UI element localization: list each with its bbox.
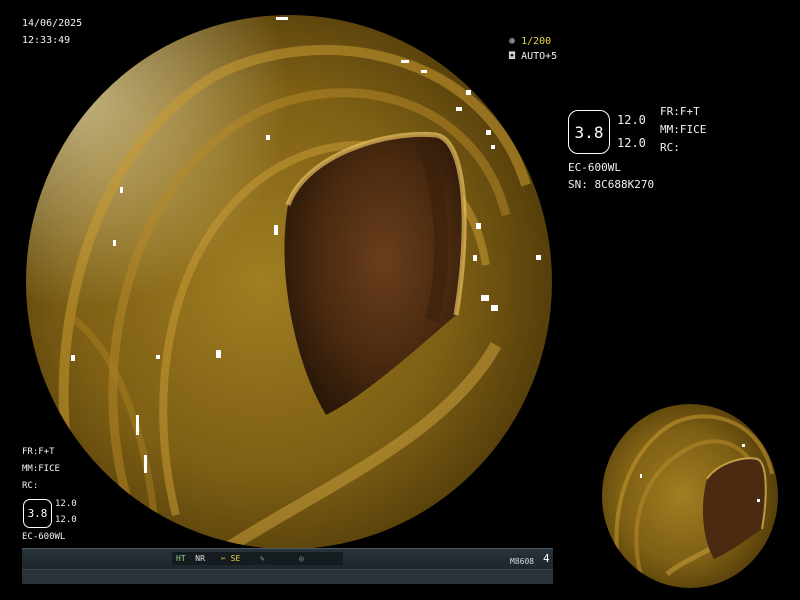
exposure-mode-value: AUTO+5 bbox=[521, 51, 558, 62]
ht-nr-segment: HT NR bbox=[172, 552, 220, 565]
left-enhancement-value: 3.8 bbox=[27, 507, 48, 520]
colon-lumen-image bbox=[26, 15, 552, 549]
status-code: M8608 bbox=[510, 557, 535, 566]
left-mm-label: MM:FICE bbox=[22, 464, 60, 474]
fr-label: FR:F+T bbox=[660, 105, 700, 118]
pen-icon: ✎ bbox=[260, 554, 265, 563]
shutter-speed-value: 1/200 bbox=[521, 36, 552, 47]
endoscope-pip-view bbox=[602, 404, 778, 588]
left-rc-label: RC: bbox=[22, 481, 39, 491]
left-fr-label: FR:F+T bbox=[22, 447, 55, 457]
camera-icon: ◘ bbox=[509, 51, 516, 62]
target-segment: ◎ bbox=[295, 552, 343, 565]
status-bar: HT NR ✂ SE ✎ ◎ M8608 4 bbox=[22, 548, 553, 584]
scissors-icon: ✂ bbox=[221, 554, 226, 563]
left-scope-model: EC-600WL bbox=[22, 532, 66, 542]
target-icon: ◎ bbox=[299, 554, 304, 563]
ht-label: HT bbox=[176, 554, 186, 563]
settings-value-2: 12.0 bbox=[617, 136, 646, 150]
status-number: 4 bbox=[543, 552, 550, 565]
pen-segment: ✎ bbox=[256, 552, 298, 565]
scope-model: EC-600WL bbox=[568, 161, 621, 174]
enhancement-level-badge: 3.8 bbox=[568, 110, 610, 154]
nr-label: NR bbox=[195, 554, 205, 563]
se-segment: ✂ SE bbox=[217, 552, 259, 565]
colon-lumen-thumbnail bbox=[602, 404, 778, 588]
endoscope-main-view bbox=[26, 15, 552, 549]
se-label: SE bbox=[230, 554, 241, 563]
left-enhancement-badge: 3.8 bbox=[23, 499, 52, 528]
left-settings-value-1: 12.0 bbox=[55, 499, 77, 509]
exposure-mode-readout: ◘ AUTO+5 bbox=[509, 51, 557, 63]
enhancement-level-value: 3.8 bbox=[574, 122, 604, 142]
shutter-speed-readout: ⊛ 1/200 bbox=[509, 36, 551, 48]
settings-value-1: 12.0 bbox=[617, 113, 646, 127]
left-settings-value-2: 12.0 bbox=[55, 515, 77, 525]
status-bar-bottom bbox=[22, 569, 553, 584]
mm-label: MM:FICE bbox=[660, 123, 707, 136]
rc-label: RC: bbox=[660, 141, 680, 154]
serial-number: SN: 8C688K270 bbox=[568, 178, 655, 191]
snowflake-icon: ⊛ bbox=[509, 36, 516, 47]
